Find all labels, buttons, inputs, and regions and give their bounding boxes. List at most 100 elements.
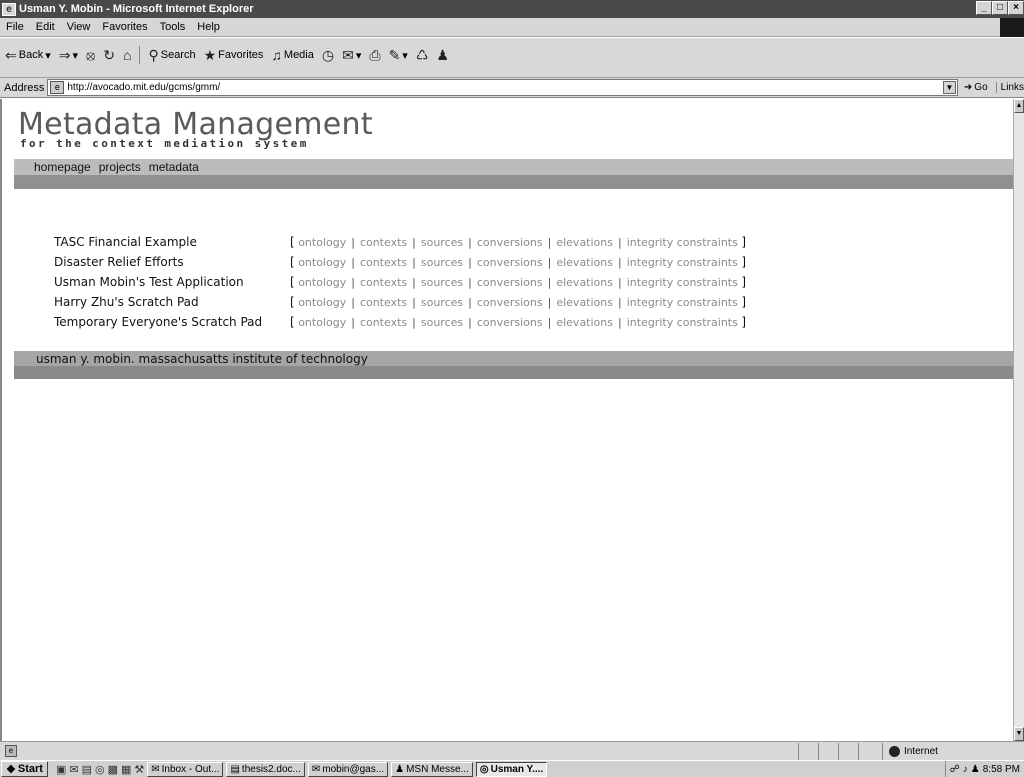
- scroll-down-icon[interactable]: ▼: [1014, 727, 1024, 741]
- bracket-close: ]: [741, 315, 747, 329]
- outlook-icon[interactable]: ✉: [69, 763, 78, 776]
- link-sources[interactable]: sources: [421, 236, 463, 249]
- taskbar-button[interactable]: ◎ Usman Y....: [475, 761, 548, 777]
- edit-button[interactable]: ✎ ▾: [386, 48, 411, 62]
- ie-icon[interactable]: ◎: [95, 763, 105, 776]
- explorer-icon[interactable]: ▩: [108, 763, 118, 776]
- forward-button[interactable]: ⇒ ▾: [56, 48, 81, 62]
- link-contexts[interactable]: contexts: [360, 276, 407, 289]
- discuss-button[interactable]: ♺: [413, 48, 432, 62]
- menu-bar: File Edit View Favorites Tools Help: [0, 18, 1024, 37]
- restore-button[interactable]: □: [992, 1, 1008, 15]
- link-elevations[interactable]: elevations: [556, 256, 613, 269]
- link-integrity-constraints[interactable]: integrity constraints: [627, 256, 738, 269]
- link-elevations[interactable]: elevations: [556, 276, 613, 289]
- history-button[interactable]: ◷: [319, 48, 337, 62]
- nav-projects[interactable]: projects: [99, 160, 141, 174]
- mail-button[interactable]: ✉ ▾: [339, 48, 364, 62]
- link-contexts[interactable]: contexts: [360, 256, 407, 269]
- stop-button[interactable]: ⦻: [83, 48, 98, 62]
- taskbar-button[interactable]: ▤ thesis2.doc...: [226, 761, 305, 777]
- close-button[interactable]: ×: [1008, 1, 1024, 15]
- link-separator: |: [351, 296, 355, 309]
- nav-metadata[interactable]: metadata: [149, 160, 199, 174]
- link-elevations[interactable]: elevations: [556, 236, 613, 249]
- volume-icon[interactable]: ♪: [963, 764, 968, 775]
- project-list: TASC Financial Example [ ontology | context…: [54, 232, 746, 332]
- address-url[interactable]: http://avocado.mit.edu/gcms/gmm/: [67, 82, 220, 93]
- desktop-icon[interactable]: ▣: [56, 763, 66, 776]
- link-integrity-constraints[interactable]: integrity constraints: [627, 236, 738, 249]
- bracket-open: [: [290, 275, 295, 289]
- link-ontology[interactable]: ontology: [298, 276, 346, 289]
- project-row: Temporary Everyone's Scratch Pad [ ontolo…: [54, 312, 746, 332]
- link-ontology[interactable]: ontology: [298, 236, 346, 249]
- taskbar-button[interactable]: ✉ mobin@gas...: [307, 761, 389, 777]
- search-icon: ⚲: [148, 47, 159, 63]
- menu-file[interactable]: File: [0, 21, 30, 33]
- network-icon[interactable]: ☍: [950, 764, 960, 775]
- print-button[interactable]: ⎙: [366, 48, 383, 62]
- security-zone: Internet: [882, 743, 1024, 760]
- link-sources[interactable]: sources: [421, 296, 463, 309]
- menu-view[interactable]: View: [61, 21, 97, 33]
- search-button[interactable]: ⚲ Search: [145, 48, 198, 62]
- tools-icon[interactable]: ⚒: [134, 763, 144, 776]
- windows-logo-icon: [1000, 18, 1024, 37]
- calculator-icon[interactable]: ▦: [121, 763, 131, 776]
- menu-edit[interactable]: Edit: [30, 21, 61, 33]
- messenger-button[interactable]: ♟: [433, 48, 452, 62]
- link-ontology[interactable]: ontology: [298, 256, 346, 269]
- menu-help[interactable]: Help: [191, 21, 226, 33]
- media-button[interactable]: ♫ Media: [268, 48, 316, 62]
- link-ontology[interactable]: ontology: [298, 316, 346, 329]
- link-contexts[interactable]: contexts: [360, 316, 407, 329]
- clock[interactable]: 8:58 PM: [983, 764, 1020, 775]
- link-conversions[interactable]: conversions: [477, 316, 543, 329]
- link-sources[interactable]: sources: [421, 256, 463, 269]
- address-input[interactable]: e http://avocado.mit.edu/gcms/gmm/ ▼: [47, 79, 958, 96]
- menu-tools[interactable]: Tools: [154, 21, 192, 33]
- go-button[interactable]: ➜ Go: [964, 82, 988, 93]
- window-title: Usman Y. Mobin - Microsoft Internet Expl…: [19, 3, 254, 15]
- minimize-button[interactable]: _: [976, 1, 992, 15]
- messenger-tray-icon[interactable]: ♟: [971, 764, 980, 775]
- link-sources[interactable]: sources: [421, 276, 463, 289]
- favorites-button[interactable]: ★ Favorites: [201, 48, 267, 62]
- chevron-down-icon: ▾: [402, 49, 408, 62]
- link-elevations[interactable]: elevations: [556, 296, 613, 309]
- home-button[interactable]: ⌂: [120, 48, 134, 62]
- vertical-scrollbar[interactable]: ▲ ▼: [1013, 99, 1024, 741]
- window-title-bar: e Usman Y. Mobin - Microsoft Internet Ex…: [0, 0, 1024, 18]
- nav-homepage[interactable]: homepage: [34, 160, 91, 174]
- link-conversions[interactable]: conversions: [477, 276, 543, 289]
- mail-task-icon: ✉: [311, 763, 321, 775]
- link-separator: |: [547, 276, 552, 289]
- link-integrity-constraints[interactable]: integrity constraints: [627, 296, 738, 309]
- link-contexts[interactable]: contexts: [360, 236, 407, 249]
- link-conversions[interactable]: conversions: [477, 296, 543, 309]
- scroll-up-icon[interactable]: ▲: [1014, 99, 1024, 113]
- link-integrity-constraints[interactable]: integrity constraints: [627, 316, 738, 329]
- history-icon: ◷: [321, 47, 335, 63]
- address-label: Address: [4, 81, 45, 94]
- link-conversions[interactable]: conversions: [477, 256, 543, 269]
- taskbar-button[interactable]: ♟ MSN Messe...: [391, 761, 473, 777]
- link-contexts[interactable]: contexts: [360, 296, 407, 309]
- menu-favorites[interactable]: Favorites: [96, 21, 153, 33]
- start-button[interactable]: ❖ Start: [1, 761, 48, 777]
- address-dropdown-button[interactable]: ▼: [942, 81, 956, 94]
- refresh-button[interactable]: ↻: [100, 48, 118, 62]
- link-separator: |: [412, 296, 416, 309]
- word-icon[interactable]: ▤: [82, 763, 92, 776]
- project-name: Disaster Relief Efforts: [54, 255, 184, 269]
- links-button[interactable]: Links: [995, 82, 1024, 93]
- link-integrity-constraints[interactable]: integrity constraints: [627, 276, 738, 289]
- taskbar-button-label: MSN Messe...: [406, 763, 469, 775]
- back-button[interactable]: ⇐ Back ▾: [2, 48, 54, 62]
- link-conversions[interactable]: conversions: [477, 236, 543, 249]
- link-elevations[interactable]: elevations: [556, 316, 613, 329]
- link-sources[interactable]: sources: [421, 316, 463, 329]
- link-ontology[interactable]: ontology: [298, 296, 346, 309]
- taskbar-button[interactable]: ✉ Inbox - Out...: [147, 761, 224, 777]
